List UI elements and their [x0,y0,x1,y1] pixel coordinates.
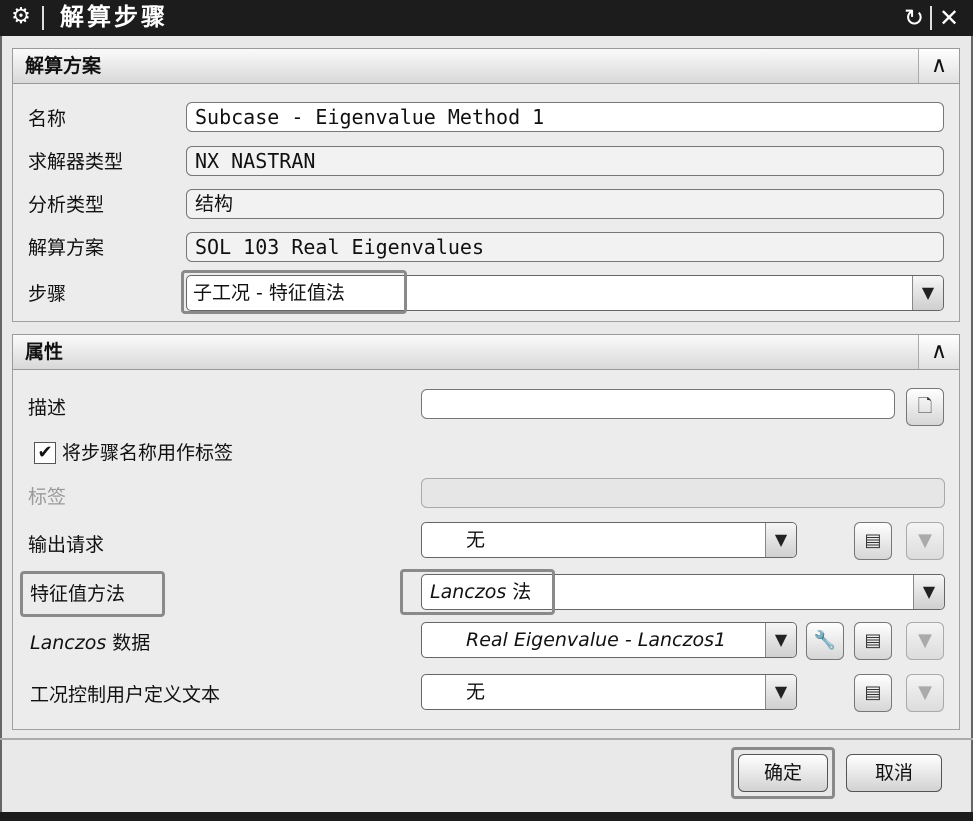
wrench-icon[interactable]: 🔧 [806,622,844,660]
solution-section-title: 解算方案 [25,55,102,77]
edit-icon[interactable]: ▤ [854,622,892,660]
collapse-icon[interactable]: ∧ [918,335,959,369]
step-highlight-frame [181,270,407,314]
description-label: 描述 [28,397,67,419]
use-step-name-checkbox[interactable]: ✔ [34,442,56,464]
page-icon[interactable]: 🗋 [906,388,944,426]
title-bar: ⚙ 解算步骤 ↻ ✕ [0,0,973,36]
solution-label: 解算方案 [28,237,105,259]
name-field[interactable]: Subcase - Eigenvalue Method 1 [186,102,944,132]
solver-type-field: NX NASTRAN [186,146,944,176]
solver-type-label: 求解器类型 [28,151,124,173]
gear-icon[interactable]: ⚙ [8,4,34,30]
eigen-method-label-highlight [20,571,165,617]
output-request-value: 无 [466,529,486,551]
reset-icon[interactable]: ↻ [897,3,931,33]
output-request-label: 输出请求 [28,534,105,556]
chevron-down-icon[interactable]: ▼ [765,523,796,557]
bottom-border [0,812,973,821]
tag-field [421,478,945,508]
output-request-dropdown[interactable]: 无 ▼ [421,522,797,558]
lanczos-data-value: Real Eigenvalue - Lanczos1 [466,629,727,651]
chevron-down-icon[interactable]: ▼ [912,276,943,310]
eigen-method-value-highlight [400,569,555,615]
close-icon[interactable]: ✕ [932,3,966,33]
chevron-down-icon: ▼ [906,622,944,660]
analysis-type-label: 分析类型 [28,194,105,216]
lanczos-data-label-suffix: 数据 [106,632,151,654]
case-control-value: 无 [466,681,486,703]
lanczos-data-dropdown[interactable]: Real Eigenvalue - Lanczos1 ▼ [421,622,797,658]
collapse-icon[interactable]: ∧ [918,49,959,83]
lanczos-data-label-italic: Lanczos [30,632,107,654]
chevron-down-icon: ▼ [906,674,944,712]
footer-divider [0,738,973,740]
tag-label: 标签 [28,486,67,508]
chevron-down-icon[interactable]: ▼ [913,575,944,609]
case-control-label: 工况控制用户定义文本 [30,684,221,706]
edit-icon[interactable]: ▤ [854,674,892,712]
solution-section-header[interactable]: 解算方案 ∧ [12,48,960,84]
solution-field: SOL 103 Real Eigenvalues [186,232,944,262]
chevron-down-icon[interactable]: ▼ [765,675,796,709]
step-label: 步骤 [28,283,67,305]
use-step-name-label: 将步骤名称用作标签 [62,442,234,464]
window-title: 解算步骤 [60,3,168,31]
description-field[interactable] [421,389,895,419]
chevron-down-icon[interactable]: ▼ [765,623,796,657]
cancel-button[interactable]: 取消 [846,754,942,792]
analysis-type-field: 结构 [186,189,944,219]
properties-section-title: 属性 [25,341,64,363]
case-control-dropdown[interactable]: 无 ▼ [421,674,797,710]
title-separator [42,6,44,30]
lanczos-data-label: Lanczos 数据 [30,630,150,656]
edit-icon[interactable]: ▤ [854,522,892,560]
chevron-down-icon: ▼ [906,522,944,560]
name-label: 名称 [28,108,67,130]
properties-section-header[interactable]: 属性 ∧ [12,334,960,370]
ok-button-highlight [731,747,835,799]
